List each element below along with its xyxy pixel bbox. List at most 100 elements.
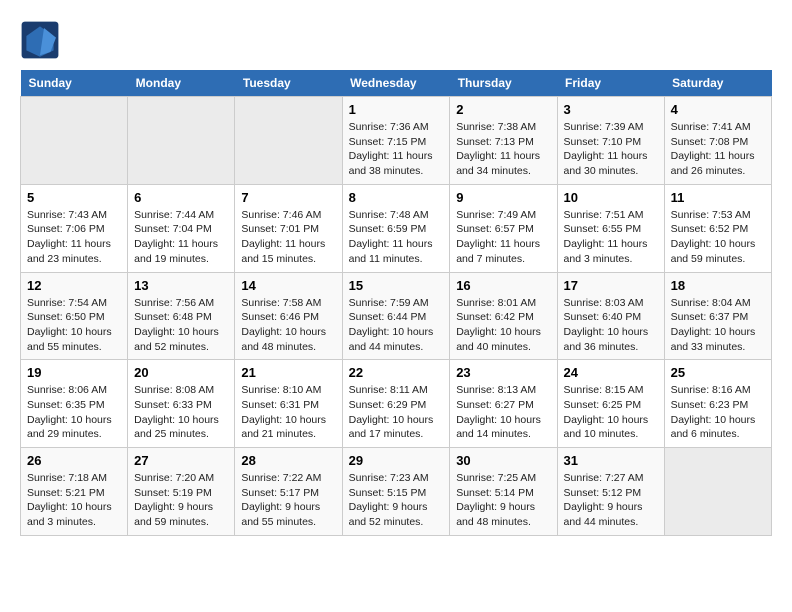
day-number: 22: [349, 365, 444, 380]
day-info: Sunrise: 7:27 AM Sunset: 5:12 PM Dayligh…: [564, 471, 658, 530]
calendar-cell: 14Sunrise: 7:58 AM Sunset: 6:46 PM Dayli…: [235, 272, 342, 360]
weekday-header: Monday: [128, 70, 235, 97]
day-number: 8: [349, 190, 444, 205]
calendar-cell: 26 Sunrise: 7:18 AM Sunset: 5:21 PM Dayli…: [21, 448, 128, 536]
calendar-cell: 16 Sunrise: 8:01 AM Sunset: 6:42 PM Dayli…: [450, 272, 557, 360]
day-info: Sunrise: 7:48 AM Sunset: 6:59 PM Dayligh…: [349, 208, 444, 267]
day-number: 24: [564, 365, 658, 380]
day-number: 10: [564, 190, 658, 205]
day-info: Sunrise: 7:49 AM Sunset: 6:57 PM Dayligh…: [456, 208, 550, 267]
day-number: 14: [241, 278, 335, 293]
day-number: 17: [564, 278, 658, 293]
day-info: Sunrise: 8:13 AM Sunset: 6:27 PM Dayligh…: [456, 383, 550, 442]
day-number: 26: [27, 453, 121, 468]
day-info: Sunrise: 7:43 AM Sunset: 7:06 PM Dayligh…: [27, 208, 121, 267]
day-info: Sunrise: 7:51 AM Sunset: 6:55 PM Dayligh…: [564, 208, 658, 267]
day-number: 30: [456, 453, 550, 468]
day-info: Sunrise: 8:03 AM Sunset: 6:40 PM Dayligh…: [564, 296, 658, 355]
calendar-cell: [128, 97, 235, 185]
day-number: 6: [134, 190, 228, 205]
day-number: 9: [456, 190, 550, 205]
calendar-cell: [664, 448, 771, 536]
day-number: 2: [456, 102, 550, 117]
calendar-cell: 21 Sunrise: 8:10 AM Sunset: 6:31 PM Dayli…: [235, 360, 342, 448]
calendar-cell: 4Sunrise: 7:41 AM Sunset: 7:08 PM Daylig…: [664, 97, 771, 185]
day-number: 5: [27, 190, 121, 205]
calendar-table: SundayMondayTuesdayWednesdayThursdayFrid…: [20, 70, 772, 536]
day-info: Sunrise: 7:59 AM Sunset: 6:44 PM Dayligh…: [349, 296, 444, 355]
day-number: 12: [27, 278, 121, 293]
calendar-header: SundayMondayTuesdayWednesdayThursdayFrid…: [21, 70, 772, 97]
calendar-cell: 27 Sunrise: 7:20 AM Sunset: 5:19 PM Dayli…: [128, 448, 235, 536]
calendar-cell: [235, 97, 342, 185]
day-info: Sunrise: 7:18 AM Sunset: 5:21 PM Dayligh…: [27, 471, 121, 530]
calendar-cell: 8 Sunrise: 7:48 AM Sunset: 6:59 PM Daylig…: [342, 184, 450, 272]
calendar-cell: 20 Sunrise: 8:08 AM Sunset: 6:33 PM Dayli…: [128, 360, 235, 448]
day-info: Sunrise: 7:54 AM Sunset: 6:50 PM Dayligh…: [27, 296, 121, 355]
day-info: Sunrise: 8:06 AM Sunset: 6:35 PM Dayligh…: [27, 383, 121, 442]
weekday-header: Wednesday: [342, 70, 450, 97]
day-info: Sunrise: 7:46 AM Sunset: 7:01 PM Dayligh…: [241, 208, 335, 267]
day-info: Sunrise: 8:16 AM Sunset: 6:23 PM Dayligh…: [671, 383, 765, 442]
day-info: Sunrise: 7:38 AM Sunset: 7:13 PM Dayligh…: [456, 120, 550, 179]
day-number: 7: [241, 190, 335, 205]
calendar-cell: 31 Sunrise: 7:27 AM Sunset: 5:12 PM Dayli…: [557, 448, 664, 536]
day-info: Sunrise: 7:53 AM Sunset: 6:52 PM Dayligh…: [671, 208, 765, 267]
weekday-header: Thursday: [450, 70, 557, 97]
day-info: Sunrise: 7:36 AM Sunset: 7:15 PM Dayligh…: [349, 120, 444, 179]
day-info: Sunrise: 7:23 AM Sunset: 5:15 PM Dayligh…: [349, 471, 444, 530]
logo: [20, 20, 66, 60]
calendar-cell: 2 Sunrise: 7:38 AM Sunset: 7:13 PM Daylig…: [450, 97, 557, 185]
weekday-header: Sunday: [21, 70, 128, 97]
calendar-cell: 1 Sunrise: 7:36 AM Sunset: 7:15 PM Daylig…: [342, 97, 450, 185]
day-number: 3: [564, 102, 658, 117]
day-number: 20: [134, 365, 228, 380]
day-info: Sunrise: 7:20 AM Sunset: 5:19 PM Dayligh…: [134, 471, 228, 530]
day-info: Sunrise: 8:01 AM Sunset: 6:42 PM Dayligh…: [456, 296, 550, 355]
calendar-week-row: 12 Sunrise: 7:54 AM Sunset: 6:50 PM Dayli…: [21, 272, 772, 360]
day-number: 18: [671, 278, 765, 293]
calendar-week-row: 26 Sunrise: 7:18 AM Sunset: 5:21 PM Dayli…: [21, 448, 772, 536]
day-info: Sunrise: 8:04 AM Sunset: 6:37 PM Dayligh…: [671, 296, 765, 355]
calendar-cell: 10 Sunrise: 7:51 AM Sunset: 6:55 PM Dayli…: [557, 184, 664, 272]
calendar-week-row: 5 Sunrise: 7:43 AM Sunset: 7:06 PM Daylig…: [21, 184, 772, 272]
day-number: 16: [456, 278, 550, 293]
day-info: Sunrise: 8:11 AM Sunset: 6:29 PM Dayligh…: [349, 383, 444, 442]
day-info: Sunrise: 7:39 AM Sunset: 7:10 PM Dayligh…: [564, 120, 658, 179]
calendar-cell: 25 Sunrise: 8:16 AM Sunset: 6:23 PM Dayli…: [664, 360, 771, 448]
day-number: 11: [671, 190, 765, 205]
day-number: 28: [241, 453, 335, 468]
day-info: Sunrise: 7:22 AM Sunset: 5:17 PM Dayligh…: [241, 471, 335, 530]
day-number: 23: [456, 365, 550, 380]
day-info: Sunrise: 8:10 AM Sunset: 6:31 PM Dayligh…: [241, 383, 335, 442]
calendar-cell: 6 Sunrise: 7:44 AM Sunset: 7:04 PM Daylig…: [128, 184, 235, 272]
day-number: 15: [349, 278, 444, 293]
day-number: 29: [349, 453, 444, 468]
day-number: 21: [241, 365, 335, 380]
day-number: 31: [564, 453, 658, 468]
logo-icon: [20, 20, 60, 60]
weekday-header: Friday: [557, 70, 664, 97]
calendar-cell: 29 Sunrise: 7:23 AM Sunset: 5:15 PM Dayli…: [342, 448, 450, 536]
weekday-header: Saturday: [664, 70, 771, 97]
calendar-cell: 24 Sunrise: 8:15 AM Sunset: 6:25 PM Dayli…: [557, 360, 664, 448]
calendar-cell: 5 Sunrise: 7:43 AM Sunset: 7:06 PM Daylig…: [21, 184, 128, 272]
day-number: 4: [671, 102, 765, 117]
day-info: Sunrise: 8:08 AM Sunset: 6:33 PM Dayligh…: [134, 383, 228, 442]
calendar-cell: 28 Sunrise: 7:22 AM Sunset: 5:17 PM Dayli…: [235, 448, 342, 536]
calendar-cell: 11 Sunrise: 7:53 AM Sunset: 6:52 PM Dayli…: [664, 184, 771, 272]
day-info: Sunrise: 7:44 AM Sunset: 7:04 PM Dayligh…: [134, 208, 228, 267]
day-info: Sunrise: 7:56 AM Sunset: 6:48 PM Dayligh…: [134, 296, 228, 355]
day-number: 19: [27, 365, 121, 380]
calendar-cell: [21, 97, 128, 185]
calendar-cell: 17 Sunrise: 8:03 AM Sunset: 6:40 PM Dayli…: [557, 272, 664, 360]
day-info: Sunrise: 7:25 AM Sunset: 5:14 PM Dayligh…: [456, 471, 550, 530]
day-number: 27: [134, 453, 228, 468]
calendar-cell: 9 Sunrise: 7:49 AM Sunset: 6:57 PM Daylig…: [450, 184, 557, 272]
day-number: 25: [671, 365, 765, 380]
calendar-cell: 7 Sunrise: 7:46 AM Sunset: 7:01 PM Daylig…: [235, 184, 342, 272]
day-number: 13: [134, 278, 228, 293]
calendar-cell: 30 Sunrise: 7:25 AM Sunset: 5:14 PM Dayli…: [450, 448, 557, 536]
day-number: 1: [349, 102, 444, 117]
day-info: Sunrise: 8:15 AM Sunset: 6:25 PM Dayligh…: [564, 383, 658, 442]
